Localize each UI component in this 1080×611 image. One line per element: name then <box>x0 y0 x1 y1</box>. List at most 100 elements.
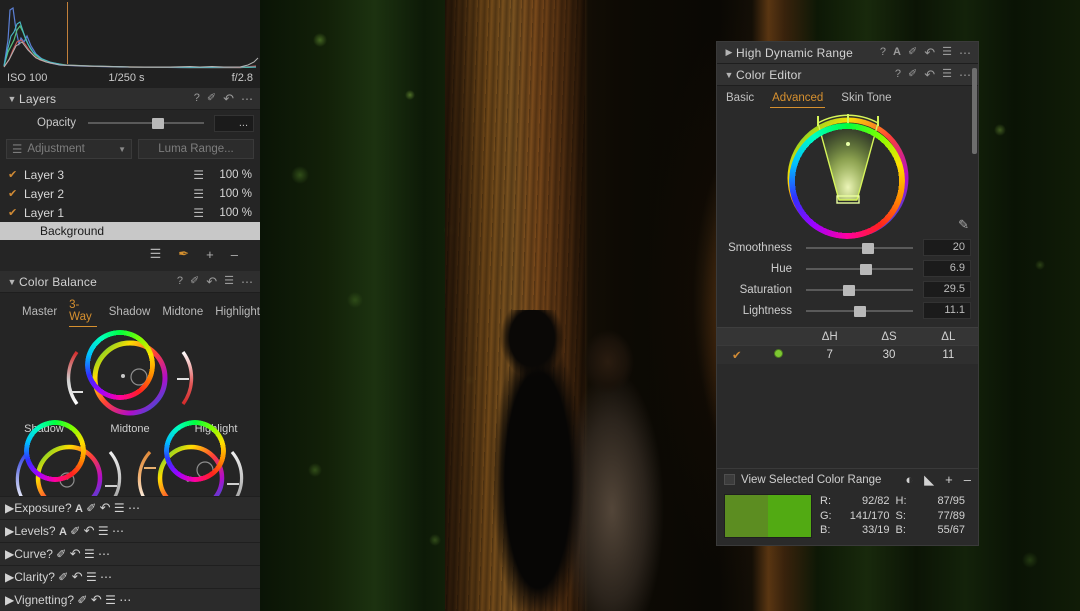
slider-knob[interactable] <box>860 264 872 275</box>
midtone-hue-ring[interactable] <box>85 330 155 400</box>
chevron-right-icon[interactable]: ▶ <box>5 593 14 607</box>
shadow-hue-ring[interactable] <box>24 420 86 482</box>
saturation-value[interactable]: 29.5 <box>923 281 971 298</box>
reset-icon[interactable]: ↶ <box>100 500 111 515</box>
highlight-hue-ring[interactable] <box>164 420 226 482</box>
pick-icon[interactable]: ✐ <box>86 501 96 515</box>
opacity-slider[interactable] <box>84 115 208 131</box>
lightness-value[interactable]: 11.1 <box>923 302 971 319</box>
more-icon[interactable]: ⋯ <box>241 276 254 288</box>
menu-icon[interactable]: ☰ <box>86 570 97 584</box>
more-icon[interactable]: ⋯ <box>98 547 111 561</box>
pick-icon[interactable]: ✐ <box>190 276 199 287</box>
table-row[interactable]: ✔ Layer 3 ☰ 100 % <box>0 165 260 184</box>
tab-advanced[interactable]: Advanced <box>770 92 825 108</box>
remove-layer-icon[interactable]: – <box>231 247 238 262</box>
reset-icon[interactable]: ↶ <box>206 275 217 288</box>
color-editor-panel-header[interactable]: ▼ Color Editor ? ✐ ↶ ☰ ⋯ <box>717 64 978 86</box>
eyedropper-icon[interactable]: ✎ <box>958 217 969 233</box>
more-icon[interactable]: ⋯ <box>959 69 972 81</box>
lightness-slider[interactable] <box>802 303 917 319</box>
help-icon[interactable]: ? <box>880 47 886 58</box>
reset-icon[interactable]: ↶ <box>84 523 95 538</box>
chevron-down-icon[interactable]: ▼ <box>722 70 736 80</box>
menu-icon[interactable]: ☰ <box>105 593 116 607</box>
smoothness-slider[interactable] <box>802 240 917 256</box>
tab-basic[interactable]: Basic <box>724 92 756 108</box>
opacity-slider-knob[interactable] <box>152 118 164 129</box>
table-row[interactable]: ✔ 7 30 11 <box>717 345 978 364</box>
help-icon[interactable]: ? <box>46 547 53 561</box>
chevron-down-icon[interactable]: ▼ <box>5 277 19 287</box>
pick-icon[interactable]: ✐ <box>56 547 66 561</box>
color-balance-panel-header[interactable]: ▼ Color Balance ? ✐ ↶ ☰ ⋯ <box>0 271 260 293</box>
menu-icon[interactable]: ☰ <box>224 276 234 287</box>
pick-icon[interactable]: ✐ <box>207 93 216 104</box>
help-icon[interactable]: ? <box>895 69 901 80</box>
view-color-range-checkbox[interactable] <box>724 474 735 485</box>
adjustment-dropdown[interactable]: ☰ Adjustment ▼ <box>6 139 132 159</box>
layer-visibility-check[interactable]: ✔ <box>8 206 24 219</box>
layer-visibility-check[interactable]: ✔ <box>8 187 24 200</box>
chevron-right-icon[interactable]: ▶ <box>5 570 14 584</box>
more-icon[interactable]: ⋯ <box>119 593 132 607</box>
chevron-right-icon[interactable]: ▶ <box>5 501 14 515</box>
hdr-panel-header[interactable]: ▶ High Dynamic Range ? A ✐ ↶ ☰ ⋯ <box>717 42 978 64</box>
menu-icon[interactable]: ☰ <box>98 524 109 538</box>
table-row[interactable]: ✔ Layer 1 ☰ 100 % <box>0 203 260 222</box>
tab-skin-tone[interactable]: Skin Tone <box>839 92 893 108</box>
add-layer-icon[interactable]: + <box>206 247 214 262</box>
more-icon[interactable]: ⋯ <box>128 501 141 515</box>
help-icon[interactable]: ? <box>48 570 55 584</box>
histogram[interactable]: ISO 100 1/250 s f/2.8 <box>0 0 260 88</box>
tab-shadow[interactable]: Shadow <box>109 306 151 321</box>
opacity-value-field[interactable]: ... <box>214 115 254 132</box>
table-row[interactable]: ✔ Layer 2 ☰ 100 % <box>0 184 260 203</box>
add-range-icon[interactable]: + <box>945 472 953 487</box>
more-icon[interactable]: ⋯ <box>241 93 254 105</box>
menu-icon[interactable]: ☰ <box>84 547 95 561</box>
color-editor-hue-ring[interactable] <box>789 123 905 239</box>
tab-midtone[interactable]: Midtone <box>162 306 203 321</box>
section-vignetting[interactable]: ▶ Vignetting ? ✐ ↶ ☰ ⋯ <box>0 588 260 611</box>
row-enabled-check[interactable]: ✔ <box>717 348 757 362</box>
layer-adjustments-icon[interactable]: ☰ <box>193 168 204 182</box>
pick-icon[interactable]: ✐ <box>908 69 917 80</box>
layer-visibility-check[interactable]: ✔ <box>8 168 24 181</box>
menu-icon[interactable]: ☰ <box>942 69 952 80</box>
brush-icon[interactable]: ✒ <box>178 246 189 262</box>
reset-icon[interactable]: ↶ <box>91 592 102 607</box>
reset-icon[interactable]: ↶ <box>924 46 935 59</box>
hue-value[interactable]: 6.9 <box>923 260 971 277</box>
smoothness-value[interactable]: 20 <box>923 239 971 256</box>
picker-mask-icon[interactable]: ◣ <box>924 472 934 488</box>
auto-icon[interactable]: A <box>75 503 83 515</box>
more-icon[interactable]: ⋯ <box>100 570 113 584</box>
tab-master[interactable]: Master <box>22 306 57 321</box>
tab-highlight[interactable]: Highlight <box>215 306 260 321</box>
layers-panel-header[interactable]: ▼ Layers ? ✐ ↶ ⋯ <box>0 88 260 110</box>
chevron-right-icon[interactable]: ▶ <box>722 47 736 58</box>
section-exposure[interactable]: ▶ Exposure ? A ✐ ↶ ☰ ⋯ <box>0 496 260 519</box>
contrast-icon[interactable]: ◐ <box>905 472 913 487</box>
hue-slider[interactable] <box>802 261 917 277</box>
reset-icon[interactable]: ↶ <box>70 546 81 561</box>
help-icon[interactable]: ? <box>65 501 72 515</box>
row-color-swatch[interactable] <box>757 349 801 361</box>
help-icon[interactable]: ? <box>177 276 183 287</box>
more-icon[interactable]: ⋯ <box>112 524 125 538</box>
reset-icon[interactable]: ↶ <box>72 569 83 584</box>
section-curve[interactable]: ▶ Curve ? ✐ ↶ ☰ ⋯ <box>0 542 260 565</box>
auto-icon[interactable]: A <box>59 526 67 538</box>
pick-icon[interactable]: ✐ <box>908 47 917 58</box>
section-clarity[interactable]: ▶ Clarity ? ✐ ↶ ☰ ⋯ <box>0 565 260 588</box>
remove-range-icon[interactable]: – <box>964 472 971 487</box>
menu-icon[interactable]: ☰ <box>114 501 125 515</box>
section-levels[interactable]: ▶ Levels ? A ✐ ↶ ☰ ⋯ <box>0 519 260 542</box>
chevron-right-icon[interactable]: ▶ <box>5 524 14 538</box>
saturation-slider[interactable] <box>802 282 917 298</box>
slider-knob[interactable] <box>854 306 866 317</box>
help-icon[interactable]: ? <box>67 593 74 607</box>
sliders-icon[interactable]: ☰ <box>150 246 162 262</box>
more-icon[interactable]: ⋯ <box>959 47 972 59</box>
